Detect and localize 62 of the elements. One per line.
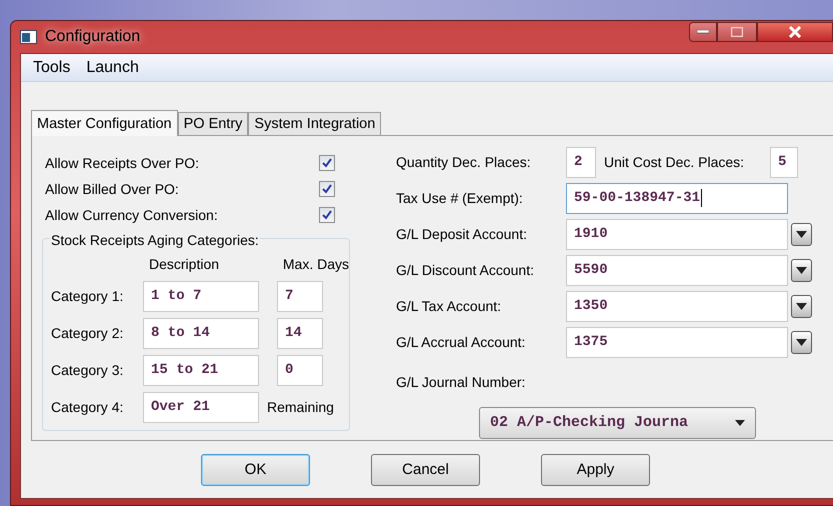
window-title: Configuration xyxy=(45,27,140,47)
dropdown-button[interactable] xyxy=(791,222,812,246)
column-header: Max. Days xyxy=(282,255,349,274)
checkbox[interactable] xyxy=(319,155,335,171)
field-label: Category 1: xyxy=(51,287,124,306)
field-label: Category 4: xyxy=(51,398,124,417)
text-field[interactable]: 5 xyxy=(770,146,798,178)
text-field[interactable]: 1 to 7 xyxy=(143,281,259,312)
text-field[interactable]: 0 xyxy=(277,355,323,386)
option-label: Allow Currency Conversion: xyxy=(45,206,219,225)
text-field[interactable]: 59-00-138947-31 xyxy=(566,182,788,214)
close-icon xyxy=(788,26,802,38)
checkbox[interactable] xyxy=(319,181,335,197)
text-field[interactable]: 15 to 21 xyxy=(143,355,259,386)
text-field[interactable]: 14 xyxy=(277,318,323,349)
minimize-button[interactable] xyxy=(689,22,717,42)
dropdown-button[interactable] xyxy=(791,330,812,354)
tab[interactable]: System Integration xyxy=(248,112,382,135)
tab[interactable]: Master Configuration xyxy=(31,110,178,136)
text-field[interactable]: 1350 xyxy=(566,290,788,322)
checkbox[interactable] xyxy=(319,207,335,223)
app-icon xyxy=(20,30,37,44)
caret-icon xyxy=(735,420,745,426)
menu-item[interactable]: Launch xyxy=(86,56,139,80)
option-label: Allow Receipts Over PO: xyxy=(45,154,200,173)
field-label: Category 3: xyxy=(51,361,124,380)
caret-icon xyxy=(796,230,807,238)
menu-item[interactable]: Tools xyxy=(33,56,70,80)
option-label: Allow Billed Over PO: xyxy=(45,180,180,198)
dropdown-button[interactable] xyxy=(791,258,812,282)
field-label: G/L Deposit Account: xyxy=(396,224,528,244)
field-label: Unit Cost Dec. Places: xyxy=(604,152,746,172)
field-label: G/L Accrual Account: xyxy=(396,332,526,352)
text-field[interactable]: 5590 xyxy=(566,254,788,286)
dialog-button[interactable]: Cancel xyxy=(371,454,480,486)
text-field[interactable]: 2 xyxy=(566,146,596,178)
field-label: G/L Journal Number: xyxy=(396,372,526,392)
field-label: G/L Tax Account: xyxy=(396,296,502,316)
field-label: Tax Use # (Exempt): xyxy=(396,188,524,208)
text-field[interactable]: 7 xyxy=(277,281,323,312)
field-label: G/L Discount Account: xyxy=(396,260,535,280)
caret-icon xyxy=(796,302,807,310)
caret-icon xyxy=(796,338,807,346)
field-label: Quantity Dec. Places: xyxy=(396,152,532,172)
journal-dropdown[interactable]: 02 A/P-Checking Journa xyxy=(479,407,756,439)
field-label: Category 2: xyxy=(51,324,124,343)
caret-icon xyxy=(796,266,807,274)
text-field[interactable]: 1375 xyxy=(566,326,788,358)
tab[interactable]: PO Entry xyxy=(178,112,248,135)
text-field[interactable]: Over 21 xyxy=(143,392,259,423)
field-note: Remaining xyxy=(267,398,334,417)
minimize-icon xyxy=(697,30,709,34)
group-title: Stock Receipts Aging Categories: xyxy=(50,232,260,248)
text-field[interactable]: 1910 xyxy=(566,218,788,250)
maximize-icon xyxy=(731,27,743,37)
dialog-button[interactable]: Apply xyxy=(541,454,650,486)
maximize-button[interactable] xyxy=(717,22,757,42)
text-field[interactable]: 8 to 14 xyxy=(143,318,259,349)
ok-button[interactable]: OK xyxy=(201,454,310,486)
dropdown-button[interactable] xyxy=(791,294,812,318)
column-header: Description xyxy=(149,255,220,274)
close-button[interactable] xyxy=(757,22,833,42)
